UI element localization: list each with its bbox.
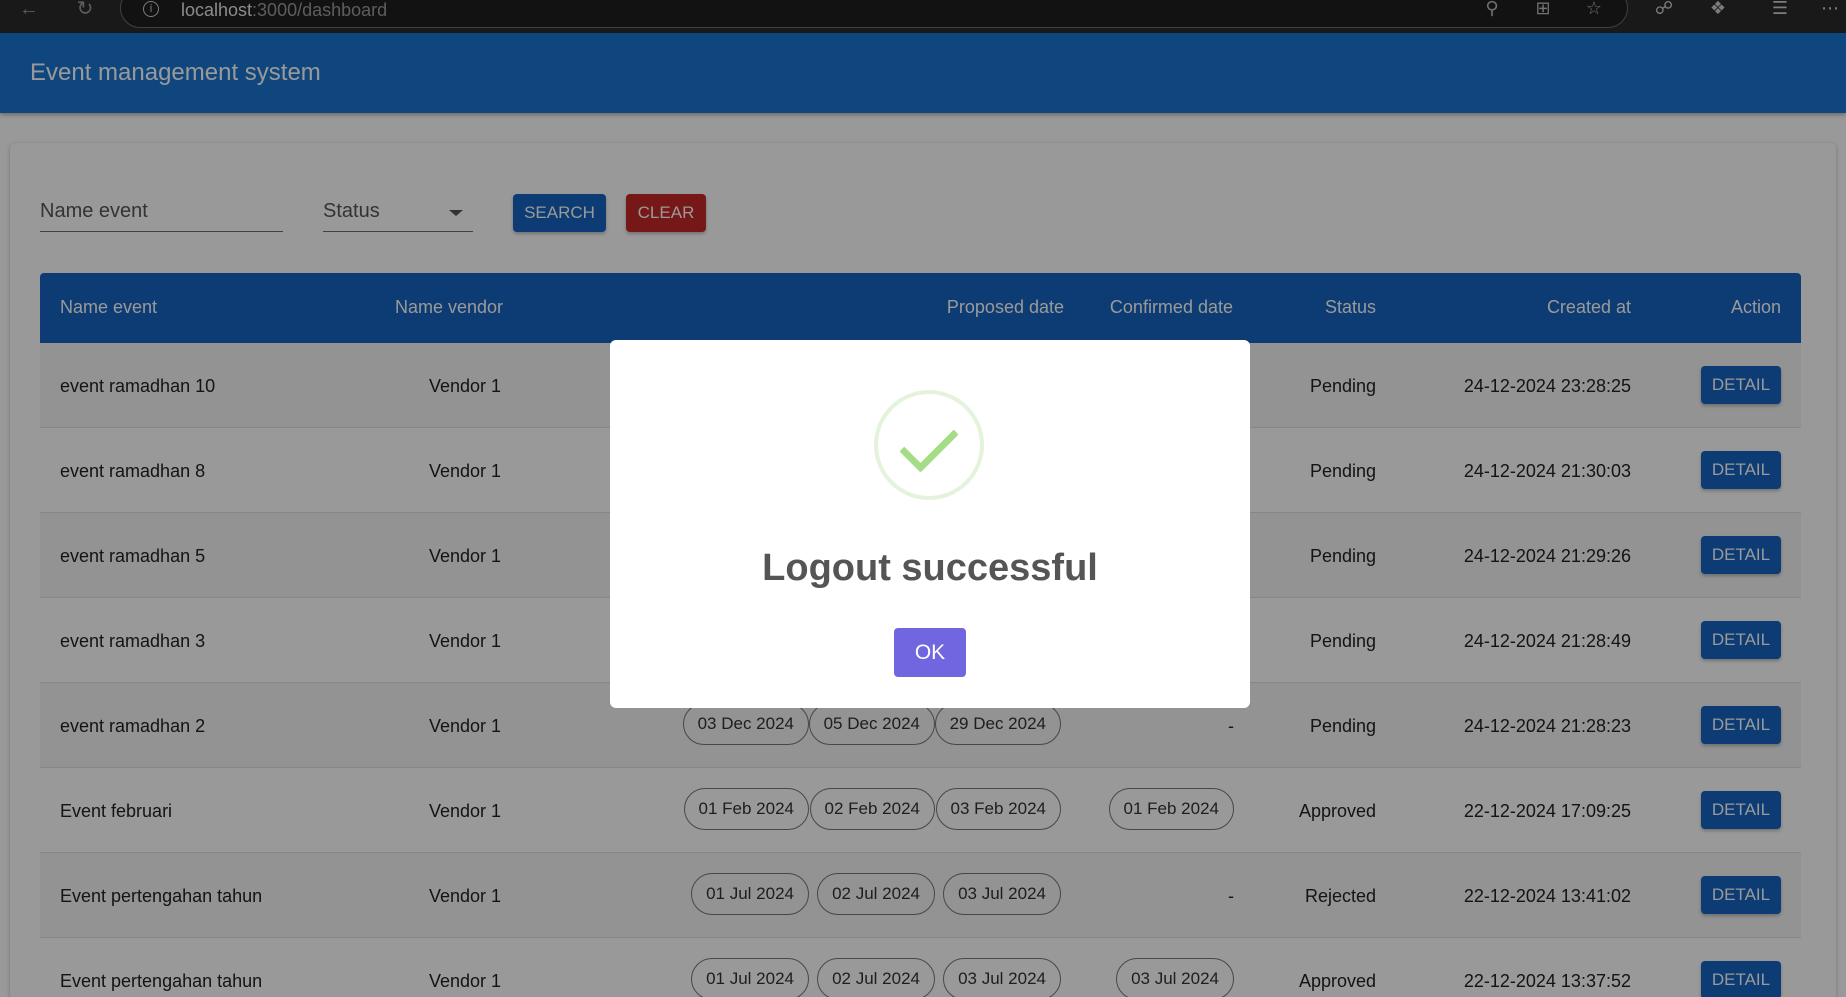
logout-success-dialog: Logout successful OK [610, 340, 1250, 708]
check-mark [899, 413, 959, 473]
success-check-icon [874, 390, 984, 500]
dialog-title: Logout successful [762, 547, 1098, 589]
ok-button[interactable]: OK [894, 628, 966, 677]
